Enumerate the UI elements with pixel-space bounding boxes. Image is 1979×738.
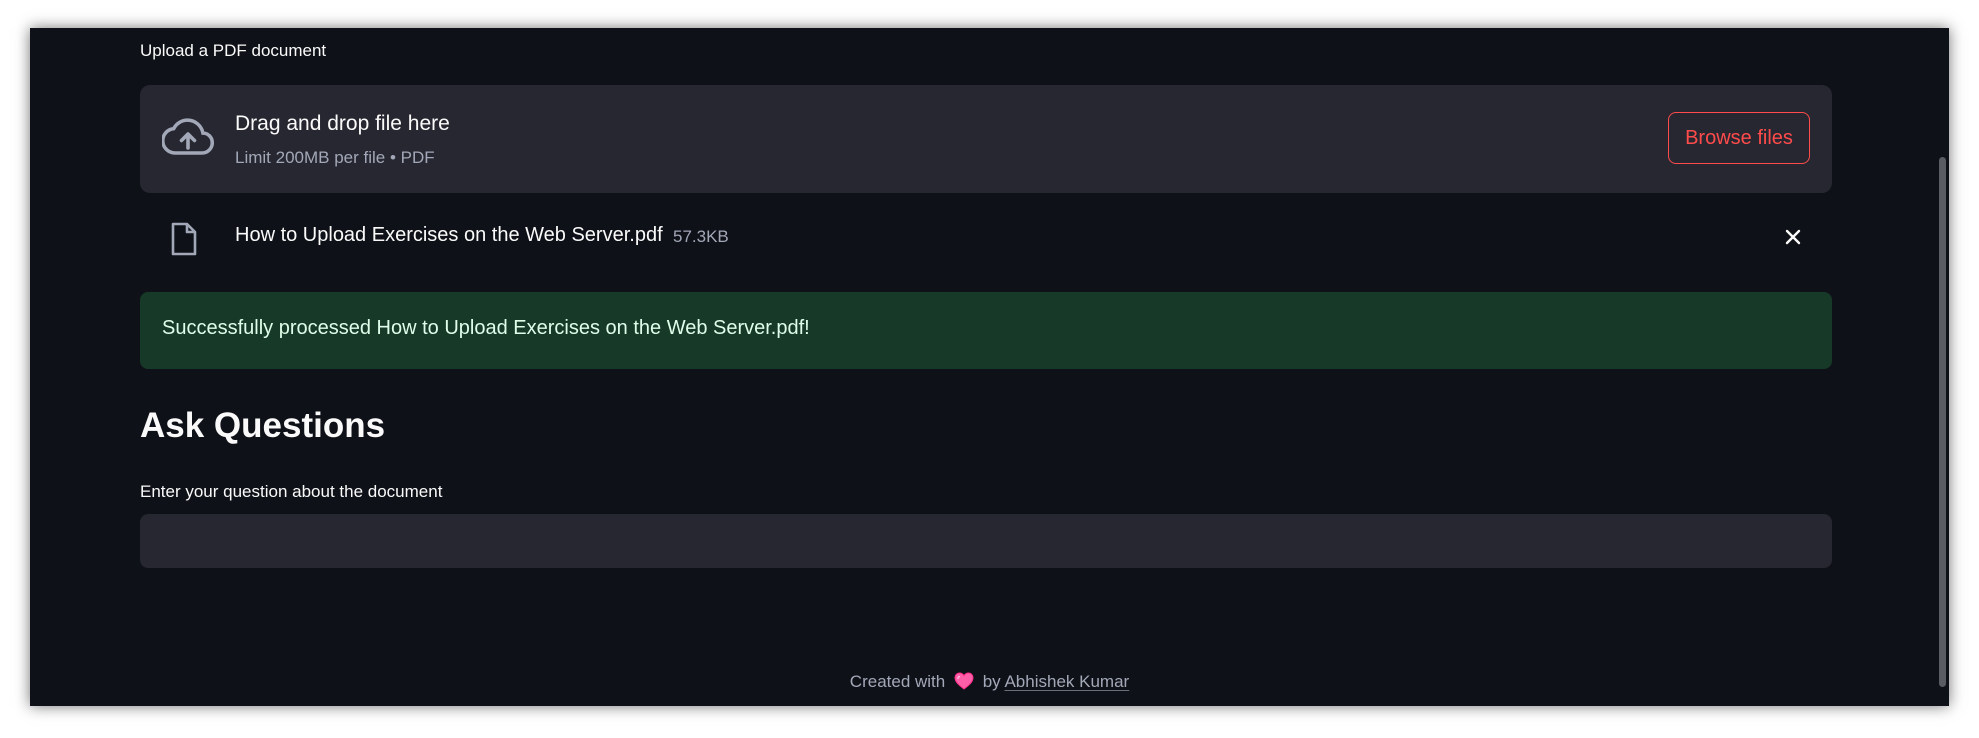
footer: Created with by Abhishek Kumar <box>30 672 1949 692</box>
browse-files-button[interactable]: Browse files <box>1668 112 1810 164</box>
success-alert: Successfully processed How to Upload Exe… <box>140 292 1832 369</box>
remove-file-button[interactable] <box>1776 220 1810 254</box>
file-dropzone[interactable]: Drag and drop file here Limit 200MB per … <box>140 85 1832 193</box>
section-heading: Ask Questions <box>140 406 386 445</box>
dropzone-title: Drag and drop file here <box>235 112 450 135</box>
file-name: How to Upload Exercises on the Web Serve… <box>235 224 663 246</box>
uploader-label: Upload a PDF document <box>140 41 327 60</box>
footer-by: by <box>982 672 1001 691</box>
heart-icon <box>954 672 974 690</box>
success-message: Successfully processed How to Upload Exe… <box>162 317 810 339</box>
scrollbar-thumb[interactable] <box>1939 157 1946 687</box>
uploaded-file-row: How to Upload Exercises on the Web Serve… <box>140 208 1832 264</box>
footer-prefix: Created with <box>849 672 946 691</box>
dropzone-subtitle: Limit 200MB per file • PDF <box>235 148 435 167</box>
app-window: Upload a PDF document Drag and drop file… <box>30 28 1949 706</box>
file-icon <box>171 222 197 256</box>
cloud-upload-icon <box>162 118 214 155</box>
author-link[interactable]: Abhishek Kumar <box>1004 672 1129 691</box>
question-input[interactable] <box>140 514 1832 568</box>
file-size: 57.3KB <box>673 227 729 246</box>
scrollbar[interactable] <box>1935 28 1949 706</box>
question-input-label: Enter your question about the document <box>140 482 443 501</box>
close-icon <box>1785 229 1801 245</box>
